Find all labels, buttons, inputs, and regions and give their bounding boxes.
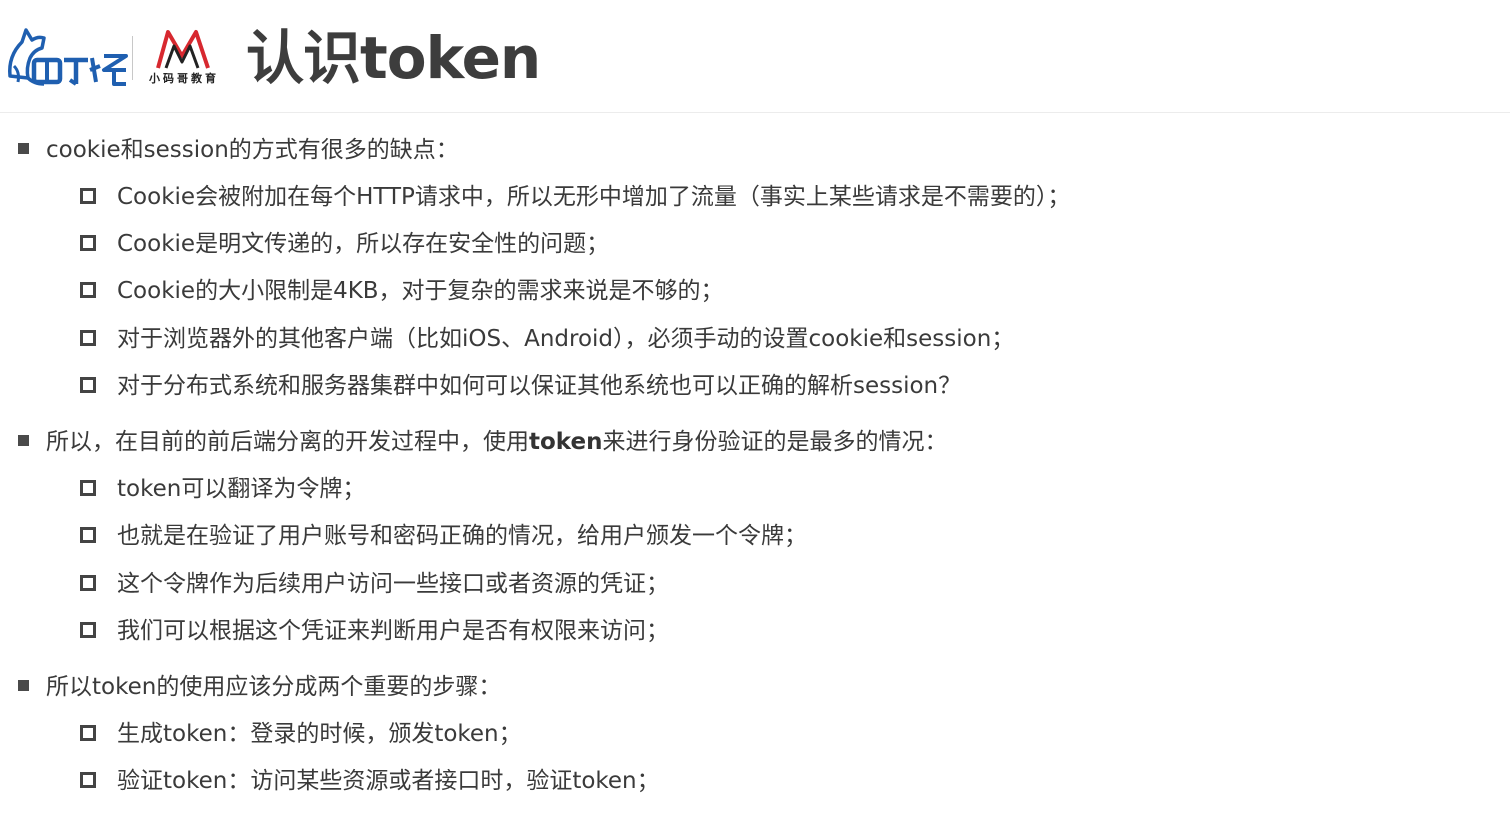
section-1-heading-text: cookie和session的方式有很多的缺点： bbox=[46, 137, 459, 163]
slide-header: 小码哥教育 认识token bbox=[0, 0, 1510, 113]
section-2-heading-post: 来进行身份验证的是最多的情况： bbox=[602, 429, 948, 455]
hollow-square-bullet-icon bbox=[80, 621, 96, 638]
section-2-heading: 所以，在目前的前后端分离的开发过程中，使用token来进行身份验证的是最多的情况… bbox=[18, 424, 947, 460]
wolf-logo-icon bbox=[8, 28, 128, 86]
list-item-text: 对于浏览器外的其他客户端（比如iOS、Android），必须手动的设置cooki… bbox=[117, 326, 1015, 352]
list-item: 生成token：登录的时候，颁发token； bbox=[80, 716, 522, 752]
section-1-heading: cookie和session的方式有很多的缺点： bbox=[18, 132, 459, 168]
hollow-square-bullet-icon bbox=[80, 574, 96, 591]
list-item: 验证token：访问某些资源或者接口时，验证token； bbox=[80, 763, 660, 799]
list-item-text: 这个令牌作为后续用户访问一些接口或者资源的凭证； bbox=[117, 571, 669, 597]
hollow-square-bullet-icon bbox=[80, 724, 96, 741]
list-item-text: Cookie会被附加在每个HTTP请求中，所以无形中增加了流量（事实上某些请求是… bbox=[117, 184, 1071, 210]
xmg-logo-text: 小码哥教育 bbox=[149, 72, 219, 85]
hollow-square-bullet-icon bbox=[80, 479, 96, 496]
section-3-heading: 所以token的使用应该分成两个重要的步骤： bbox=[18, 669, 501, 705]
hollow-square-bullet-icon bbox=[80, 187, 96, 204]
list-item-text: 我们可以根据这个凭证来判断用户是否有权限来访问； bbox=[117, 618, 669, 644]
xmg-logo: 小码哥教育 bbox=[138, 26, 230, 90]
hollow-square-bullet-icon bbox=[80, 281, 96, 298]
xmg-mark-icon bbox=[156, 30, 210, 69]
list-item-text: 验证token：访问某些资源或者接口时，验证token； bbox=[117, 768, 660, 794]
list-item-text: token可以翻译为令牌； bbox=[117, 476, 366, 502]
page-title: 认识token bbox=[246, 24, 541, 92]
list-item-text: Cookie是明文传递的，所以存在安全性的问题； bbox=[117, 231, 610, 257]
logo-divider bbox=[132, 36, 133, 80]
slide-page: 小码哥教育 认识token cookie和session的方式有很多的缺点： C… bbox=[0, 0, 1510, 817]
square-bullet-icon bbox=[18, 680, 29, 691]
list-item: token可以翻译为令牌； bbox=[80, 471, 365, 507]
section-3-heading-text: 所以token的使用应该分成两个重要的步骤： bbox=[46, 674, 502, 700]
section-2-heading-pre: 所以，在目前的前后端分离的开发过程中，使用 bbox=[46, 429, 529, 455]
list-item-text: Cookie的大小限制是4KB，对于复杂的需求来说是不够的； bbox=[117, 278, 724, 304]
hollow-square-bullet-icon bbox=[80, 329, 96, 346]
hollow-square-bullet-icon bbox=[80, 376, 96, 393]
list-item: 这个令牌作为后续用户访问一些接口或者资源的凭证； bbox=[80, 566, 669, 602]
list-item-text: 对于分布式系统和服务器集群中如何可以保证其他系统也可以正确的解析session？ bbox=[117, 373, 962, 399]
list-item: Cookie的大小限制是4KB，对于复杂的需求来说是不够的； bbox=[80, 273, 724, 309]
list-item-text: 生成token：登录的时候，颁发token； bbox=[117, 721, 522, 747]
list-item: 也就是在验证了用户账号和密码正确的情况，给用户颁发一个令牌； bbox=[80, 518, 807, 554]
hollow-square-bullet-icon bbox=[80, 771, 96, 788]
square-bullet-icon bbox=[18, 435, 29, 446]
hollow-square-bullet-icon bbox=[80, 234, 96, 251]
list-item: 我们可以根据这个凭证来判断用户是否有权限来访问； bbox=[80, 613, 669, 649]
list-item: 对于浏览器外的其他客户端（比如iOS、Android），必须手动的设置cooki… bbox=[80, 321, 1014, 357]
square-bullet-icon bbox=[18, 143, 29, 154]
list-item: 对于分布式系统和服务器集群中如何可以保证其他系统也可以正确的解析session？ bbox=[80, 368, 961, 404]
list-item: Cookie是明文传递的，所以存在安全性的问题； bbox=[80, 226, 609, 262]
list-item-text: 也就是在验证了用户账号和密码正确的情况，给用户颁发一个令牌； bbox=[117, 523, 807, 549]
hollow-square-bullet-icon bbox=[80, 526, 96, 543]
section-2-heading-bold: token bbox=[529, 429, 603, 455]
list-item: Cookie会被附加在每个HTTP请求中，所以无形中增加了流量（事实上某些请求是… bbox=[80, 179, 1070, 215]
